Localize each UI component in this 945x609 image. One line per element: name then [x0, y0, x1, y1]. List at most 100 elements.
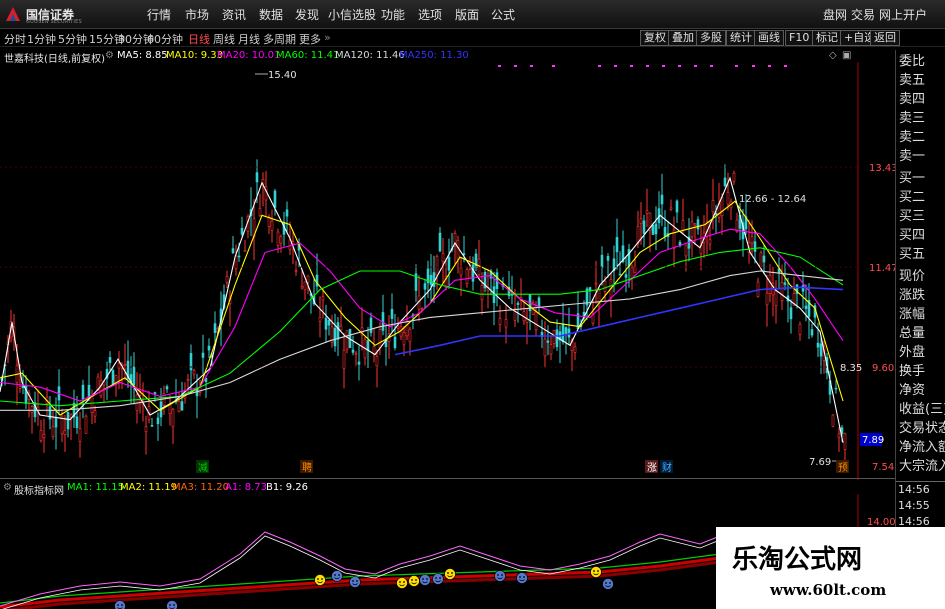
mark-button[interactable]: 标记: [812, 30, 842, 46]
smiley-signal-icon[interactable]: [494, 570, 506, 582]
event-dot[interactable]: [598, 65, 601, 67]
menu-pan[interactable]: 盘网: [823, 6, 847, 23]
side-label: 卖二: [899, 130, 926, 145]
candle-body: [459, 267, 463, 276]
side-label: 涨跌: [899, 288, 926, 303]
smiley-signal-icon[interactable]: [408, 575, 420, 587]
period-tab-daily[interactable]: 日线: [188, 31, 210, 47]
event-dot[interactable]: [630, 65, 633, 67]
zoom-in-icon[interactable]: ▣: [842, 50, 851, 61]
smiley-eye: [435, 577, 437, 579]
candle-body: [798, 323, 802, 335]
menu-market[interactable]: 市场: [185, 6, 209, 23]
smiley-signal-icon[interactable]: [166, 600, 178, 609]
menu-options[interactable]: 选项: [418, 6, 442, 23]
brand-logo[interactable]: 国信证券 GUOSEN SECURITIES: [4, 4, 94, 25]
event-dot[interactable]: [752, 65, 755, 67]
smiley-signal-icon[interactable]: [602, 578, 614, 590]
adjust-button[interactable]: 复权: [640, 30, 670, 46]
candle-body: [180, 401, 184, 411]
period-tab-weekly[interactable]: 周线: [213, 31, 235, 47]
menu-quotes[interactable]: 行情: [147, 6, 171, 23]
period-tab-5min[interactable]: 5分钟: [58, 31, 87, 47]
period-tab-1min[interactable]: 1分钟: [27, 31, 56, 47]
event-dot[interactable]: [662, 65, 665, 67]
smiley-signal-icon[interactable]: [314, 574, 326, 586]
event-dot[interactable]: [498, 65, 501, 67]
candle-body: [801, 285, 805, 292]
candle-body: [276, 231, 280, 246]
menu-bar: 国信证券 GUOSEN SECURITIES 行情 市场 资讯 数据 发现 小信…: [0, 0, 945, 29]
smiley-signal-icon[interactable]: [590, 566, 602, 578]
multi-stock-button[interactable]: 多股: [696, 30, 726, 46]
candle-body: [144, 426, 148, 432]
smiley-signal-icon[interactable]: [444, 568, 456, 580]
candle-body: [177, 401, 181, 412]
signal-text: 预: [838, 462, 848, 474]
candle-body: [99, 380, 103, 397]
period-tab-monthly[interactable]: 月线: [238, 31, 260, 47]
menu-discover[interactable]: 发现: [295, 6, 319, 23]
candle-body: [75, 416, 79, 429]
candle-body: [69, 414, 73, 418]
pane-divider[interactable]: [0, 478, 895, 479]
period-tab-more[interactable]: 更多: [299, 31, 321, 47]
event-dot[interactable]: [768, 65, 771, 67]
candle-body: [615, 237, 619, 253]
menu-stock-picker[interactable]: 小信选股: [328, 6, 376, 23]
side-label: 外盘: [899, 345, 926, 360]
smiley-signal-icon[interactable]: [396, 577, 408, 589]
smiley-signal-icon[interactable]: [349, 576, 361, 588]
event-dot[interactable]: [678, 65, 681, 67]
smiley-signal-icon[interactable]: [432, 573, 444, 585]
menu-data[interactable]: 数据: [259, 6, 283, 23]
period-tab-multi[interactable]: 多周期: [263, 31, 296, 47]
event-dot[interactable]: [552, 65, 555, 67]
candle-body: [93, 410, 97, 417]
smiley-signal-icon[interactable]: [331, 570, 343, 582]
settings-gear-icon[interactable]: ⚙: [105, 50, 114, 61]
smiley-signal-icon[interactable]: [516, 572, 528, 584]
candle-body: [333, 327, 337, 347]
candle-body: [819, 343, 823, 357]
statistics-button[interactable]: 统计: [726, 30, 756, 46]
kline-chart[interactable]: 13.43 11.47 9.60 7.54 7.89 15.40 7.69 12…: [0, 62, 895, 480]
menu-news[interactable]: 资讯: [222, 6, 246, 23]
candle-body: [84, 415, 88, 434]
candle-body: [54, 416, 58, 428]
event-dot[interactable]: [784, 65, 787, 67]
menu-layout[interactable]: 版面: [455, 6, 479, 23]
menu-functions[interactable]: 功能: [381, 6, 405, 23]
indicator-gear-icon[interactable]: ⚙: [3, 482, 12, 493]
draw-line-button[interactable]: 画线: [754, 30, 784, 46]
event-dot[interactable]: [710, 65, 713, 67]
menu-trade[interactable]: 交易: [851, 6, 875, 23]
chart-options-icon[interactable]: ◇: [829, 50, 837, 61]
side-label: 卖四: [899, 92, 926, 107]
event-dot[interactable]: [646, 65, 649, 67]
menu-open-account[interactable]: 网上开户: [879, 6, 927, 23]
back-button[interactable]: 返回: [870, 30, 900, 46]
smiley-signal-icon[interactable]: [419, 574, 431, 586]
price-annotations: 15.40 7.69 12.66 - 12.64 8.35: [255, 70, 862, 468]
candle-body: [471, 264, 475, 282]
smiley-eye: [609, 582, 611, 584]
event-dot[interactable]: [735, 65, 738, 67]
event-dot[interactable]: [514, 65, 517, 67]
candle-body: [654, 223, 658, 235]
smiley-signal-icon[interactable]: [114, 600, 126, 609]
candle-body: [834, 387, 838, 390]
ma20-value: MA20: 10.01: [217, 50, 281, 61]
event-dot[interactable]: [530, 65, 533, 67]
more-chevron-icon[interactable]: »: [324, 31, 331, 44]
candle-body: [639, 218, 643, 225]
period-tab-timeshare[interactable]: 分时: [4, 31, 26, 47]
candle-body: [300, 285, 304, 289]
f10-button[interactable]: F10: [785, 30, 814, 46]
menu-formula[interactable]: 公式: [491, 6, 515, 23]
period-tab-60min[interactable]: 60分钟: [147, 31, 183, 47]
event-dot[interactable]: [694, 65, 697, 67]
event-dot[interactable]: [614, 65, 617, 67]
candle-body: [153, 392, 157, 394]
overlay-button[interactable]: 叠加: [668, 30, 698, 46]
